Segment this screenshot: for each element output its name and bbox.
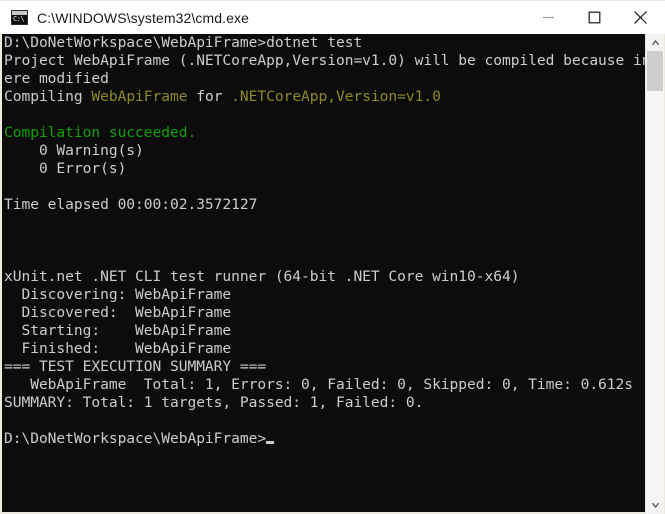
- console-text-segment: Starting: WebApiFrame: [4, 322, 232, 339]
- window-title: C:\WINDOWS\system32\cmd.exe: [37, 9, 249, 26]
- line-blank-2: [4, 178, 645, 196]
- console-text-segment: xUnit.net .NET CLI test runner (64-bit .…: [4, 268, 520, 285]
- scrollbar-thumb[interactable]: [647, 51, 663, 91]
- console-text-segment: Finished: WebApiFrame: [4, 340, 232, 357]
- scrollbar-track[interactable]: [646, 51, 664, 497]
- line-starting: Starting: WebApiFrame: [4, 322, 645, 340]
- line-summary-detail: WebApiFrame Total: 1, Errors: 0, Failed:…: [4, 376, 645, 394]
- console-text-segment: D:\DoNetWorkspace\WebApiFrame>: [4, 430, 267, 447]
- line-summary-header: === TEST EXECUTION SUMMARY ===: [4, 358, 645, 376]
- scroll-up-arrow-icon[interactable]: [646, 34, 664, 51]
- cmd-icon: C:\: [11, 10, 28, 25]
- console-area[interactable]: D:\DoNetWorkspace\WebApiFrame>dotnet tes…: [0, 34, 665, 514]
- line-blank-1: [4, 106, 645, 124]
- scroll-down-arrow-icon[interactable]: [646, 497, 664, 514]
- close-button[interactable]: [617, 1, 663, 34]
- console-text-segment: Project WebApiFrame (.NETCoreApp,Version…: [4, 52, 645, 69]
- line-discovered: Discovered: WebApiFrame: [4, 304, 645, 322]
- console-text-segment: Discovering: WebApiFrame: [4, 286, 232, 303]
- text-cursor: [266, 441, 275, 444]
- console-text-segment: 0 Error(s): [4, 160, 127, 177]
- console-text-segment: for: [187, 88, 232, 105]
- line-discovering: Discovering: WebApiFrame: [4, 286, 645, 304]
- line-summary-total: SUMMARY: Total: 1 targets, Passed: 1, Fa…: [4, 394, 645, 412]
- line-prompt-final: D:\DoNetWorkspace\WebApiFrame>: [4, 430, 645, 448]
- title-bar[interactable]: C:\ C:\WINDOWS\system32\cmd.exe: [0, 0, 665, 34]
- line-blank-6: [4, 412, 645, 430]
- console-text-segment: Compilation succeeded.: [4, 124, 197, 141]
- minimize-button[interactable]: [525, 1, 571, 34]
- line-command: D:\DoNetWorkspace\WebApiFrame>dotnet tes…: [4, 34, 645, 52]
- console-text-segment: WebApiFrame Total: 1, Errors: 0, Failed:…: [4, 376, 634, 393]
- line-project-compiled-2: ere modified: [4, 70, 645, 88]
- vertical-scrollbar[interactable]: [645, 34, 664, 514]
- console-text-segment: D:\DoNetWorkspace\WebApiFrame>dotnet tes…: [4, 34, 363, 51]
- console-text-segment: ere modified: [4, 70, 109, 87]
- console-text-segment: Time elapsed 00:00:02.3572127: [4, 196, 258, 213]
- console-output: D:\DoNetWorkspace\WebApiFrame>dotnet tes…: [4, 34, 645, 512]
- console-text-segment: 0 Warning(s): [4, 142, 144, 159]
- line-xunit-runner: xUnit.net .NET CLI test runner (64-bit .…: [4, 268, 645, 286]
- line-warnings: 0 Warning(s): [4, 142, 645, 160]
- line-blank-5: [4, 250, 645, 268]
- maximize-button[interactable]: [571, 1, 617, 34]
- line-compiling: Compiling WebApiFrame for .NETCoreApp,Ve…: [4, 88, 645, 106]
- console-text-segment: === TEST EXECUTION SUMMARY ===: [4, 358, 267, 375]
- cmd-icon-glyph: C:\: [13, 15, 25, 23]
- line-compilation-succeeded: Compilation succeeded.: [4, 124, 645, 142]
- line-errors: 0 Error(s): [4, 160, 645, 178]
- line-project-compiled-1: Project WebApiFrame (.NETCoreApp,Version…: [4, 52, 645, 70]
- line-blank-4: [4, 232, 645, 250]
- console-text-segment: Discovered: WebApiFrame: [4, 304, 232, 321]
- line-time-elapsed: Time elapsed 00:00:02.3572127: [4, 196, 645, 214]
- line-blank-3: [4, 214, 645, 232]
- window-controls: [525, 1, 663, 35]
- cmd-window: C:\ C:\WINDOWS\system32\cmd.exe D:\DoNet…: [0, 0, 665, 514]
- console-text-segment: SUMMARY: Total: 1 targets, Passed: 1, Fa…: [4, 394, 424, 411]
- console-text-segment: Compiling: [4, 88, 92, 105]
- console-text-segment: WebApiFrame: [91, 88, 188, 105]
- line-finished: Finished: WebApiFrame: [4, 340, 645, 358]
- console-text-segment: .NETCoreApp,Version=v1.0: [231, 88, 441, 105]
